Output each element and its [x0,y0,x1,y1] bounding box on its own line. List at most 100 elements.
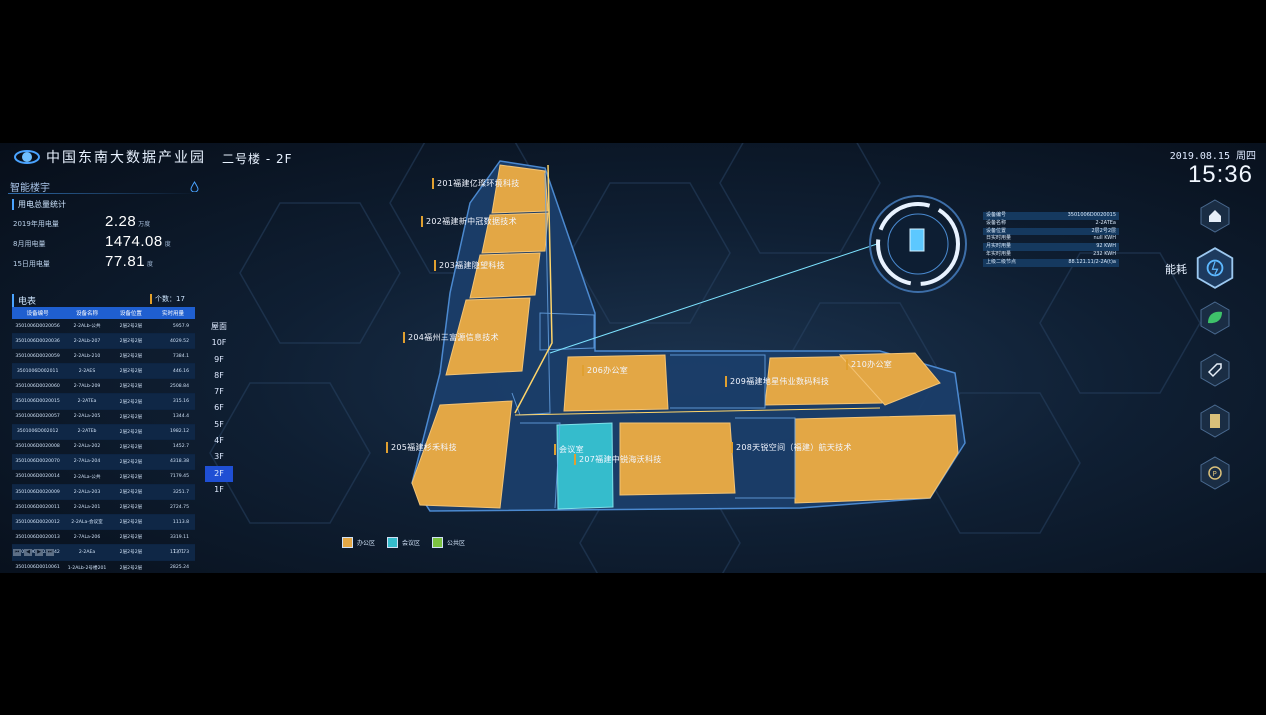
table-row[interactable]: 3501006D0020060 2-7ALb-209 2层2号2层 2508.84 [12,378,195,395]
page-indicator: 1 / 1 [173,549,185,555]
table-row[interactable]: 3501006D0020056 2-2ALb-公共 2层2号2层 5957.9 [12,319,195,335]
stat-row-day: 15日用电量 77.81 度 [13,253,193,270]
info-value: 2-2ATEa [1095,219,1116,226]
legend-meeting: 会议区 [387,537,420,548]
table-cell: 4318.38 [151,454,195,470]
table-cell: 2-7ALb-209 [63,378,111,395]
table-row[interactable]: 3501006D0020008 2-2ALa-202 2层2号2层 1452.7 [12,439,195,455]
first-page-button[interactable]: ⏮ [13,549,21,556]
table-row[interactable]: 3501006D002011 2-2AES 2层2号2层 446.16 [12,363,195,380]
table-row[interactable]: 3501006D0020009 2-2ALa-203 2层2号2层 3251.7 [12,484,195,501]
table-cell: 4029.52 [151,333,195,350]
panel-divider [8,193,198,194]
floor-item-9f[interactable]: 9F [205,352,233,368]
table-row[interactable]: 3501006D0020036 2-2ALb-207 2层2号2层 4029.52 [12,333,195,350]
table-cell: 2-2AEa [63,544,111,561]
table-cell: 1113.8 [151,514,195,531]
floor-item-1f[interactable]: 1F [205,482,233,498]
room-label-201[interactable]: 201福建亿璨环境科技 [432,178,520,189]
table-row[interactable]: 3501006D0020014 2-2ALa-公共 2层2号2层 7179.45 [12,469,195,486]
table-cell: 2层2号2层 [110,544,152,561]
table-cell: 3501006D0020008 [12,439,64,455]
table-row[interactable]: 3501006D002012 2-2ATEb 2层2号2层 1982.12 [12,424,195,440]
floor-item-5f[interactable]: 5F [205,417,233,433]
home-icon[interactable] [1200,199,1230,233]
stat-value: 1474.08 [105,233,163,250]
info-value: 3501006D0020015 [1067,212,1116,218]
table-cell: 3501006D0020036 [12,333,64,350]
meter-count: 个数：17 [150,294,185,304]
info-key: 设备名称 [986,219,1007,226]
room-label-210[interactable]: 210办公室 [846,359,892,370]
room-label-205[interactable]: 205福建杉禾科技 [386,442,457,453]
prev-page-button[interactable]: ◀ [24,549,32,556]
meter-title: 电表 [12,294,36,307]
table-row[interactable]: 3501006D0020059 2-2ALb-210 2层2号2层 7384.1 [12,348,195,365]
info-row: 月实时用量 92 KWH [983,243,1119,251]
table-cell: 2-2ALa-会议室 [63,514,111,531]
table-cell: 2层2号2层 [110,560,152,573]
water-icon[interactable] [190,181,199,192]
meeting-room [556,422,614,510]
table-cell: 1344.4 [151,409,195,425]
room-label-204[interactable]: 204福州三富源信息技术 [403,332,499,343]
floor-item-8f[interactable]: 8F [205,368,233,384]
table-cell: 3501006D0020059 [12,348,64,365]
floor-item-10f[interactable]: 10F [205,335,233,351]
table-cell: 2层2号2层 [110,363,152,380]
info-key: 月实时用量 [986,243,1012,250]
table-cell: 3501006D0020012 [12,514,64,531]
stats-title: 用电总量统计 [12,199,66,210]
table-cell: 3501006D0020057 [12,409,64,425]
room-label-203[interactable]: 203福建隐望科技 [434,260,505,271]
floor-item-7f[interactable]: 7F [205,384,233,400]
floor-item-2f[interactable]: 2F [205,465,233,482]
room-label-202[interactable]: 202福建新中冠数据技术 [421,216,517,227]
table-cell: 2-2AES [63,363,111,380]
table-row[interactable]: 3501006D0020015 2-2ATEa 2层2号2层 315.16 [12,393,195,410]
table-cell: 3501006D0020009 [12,484,64,501]
floor-item-4f[interactable]: 4F [205,433,233,449]
device-ring[interactable] [869,195,967,293]
leaf-icon[interactable] [1200,301,1230,335]
stat-label: 15日用电量 [13,260,50,268]
table-cell: 2层2号2层 [110,319,152,335]
table-cell: 2层2号2层 [110,409,152,425]
stat-label: 2019年用电量 [13,220,59,228]
column-header: 设备名称 [63,307,111,319]
info-key: 年实时用量 [986,250,1012,257]
room-label-209[interactable]: 209福建地星伟业数码科技 [725,376,829,387]
table-cell: 3501006D0020013 [12,529,64,546]
last-page-button[interactable]: ⏭ [46,549,54,556]
tag-icon[interactable] [1200,353,1230,387]
room-label-208[interactable]: 208天锐空间（福建）航天技术 [731,442,852,453]
energy-icon[interactable] [1196,247,1234,289]
table-cell: 2-2ALb-公共 [63,319,111,335]
app-title: 中国东南大数据产业园 [46,150,206,166]
table-cell: 2825.24 [151,560,195,573]
legend-swatch [432,537,443,548]
room-label-206[interactable]: 206办公室 [582,365,628,376]
table-cell: 5957.9 [151,319,195,335]
table-row[interactable]: 3501006D0010061 1-2ALb-2号楼201 2层2号2层 2825.2… [12,560,195,573]
table-cell: 3501006D0020060 [12,378,64,395]
table-cell: 2-2ALb-207 [63,333,111,350]
table-cell: 2-2ALa-205 [63,409,111,425]
floor-item-6f[interactable]: 6F [205,400,233,416]
table-row[interactable]: 3501006D0020057 2-2ALa-205 2层2号2层 1344.4 [12,409,195,425]
room-label-207[interactable]: 207福建中锐海沃科技 [574,454,662,465]
table-row[interactable]: 3501006D0020013 2-7ALa-206 2层2号2层 3319.11 [12,529,195,546]
next-page-button[interactable]: ▶ [35,549,43,556]
document-icon[interactable] [1200,404,1230,438]
table-cell: 2-2ALa-202 [63,439,111,455]
table-cell: 2-2ALa-201 [63,499,111,516]
room-label-meeting[interactable]: 会议室 [554,444,584,455]
table-row[interactable]: 3501006D0020011 2-2ALa-201 2层2号2层 2724.75 [12,499,195,516]
p-icon[interactable]: P [1200,456,1230,490]
table-row[interactable]: 3501006D0020012 2-2ALa-会议室 2层2号2层 1113.8 [12,514,195,531]
floor-item-屋面[interactable]: 屋面 [205,319,233,335]
table-row[interactable]: 3501006D0020070 2-7ALa-204 2层2号2层 4318.38 [12,454,195,470]
table-cell: 2-2ALb-210 [63,348,111,365]
table-cell: 2-2ALa-公共 [63,469,111,486]
floor-item-3f[interactable]: 3F [205,449,233,465]
